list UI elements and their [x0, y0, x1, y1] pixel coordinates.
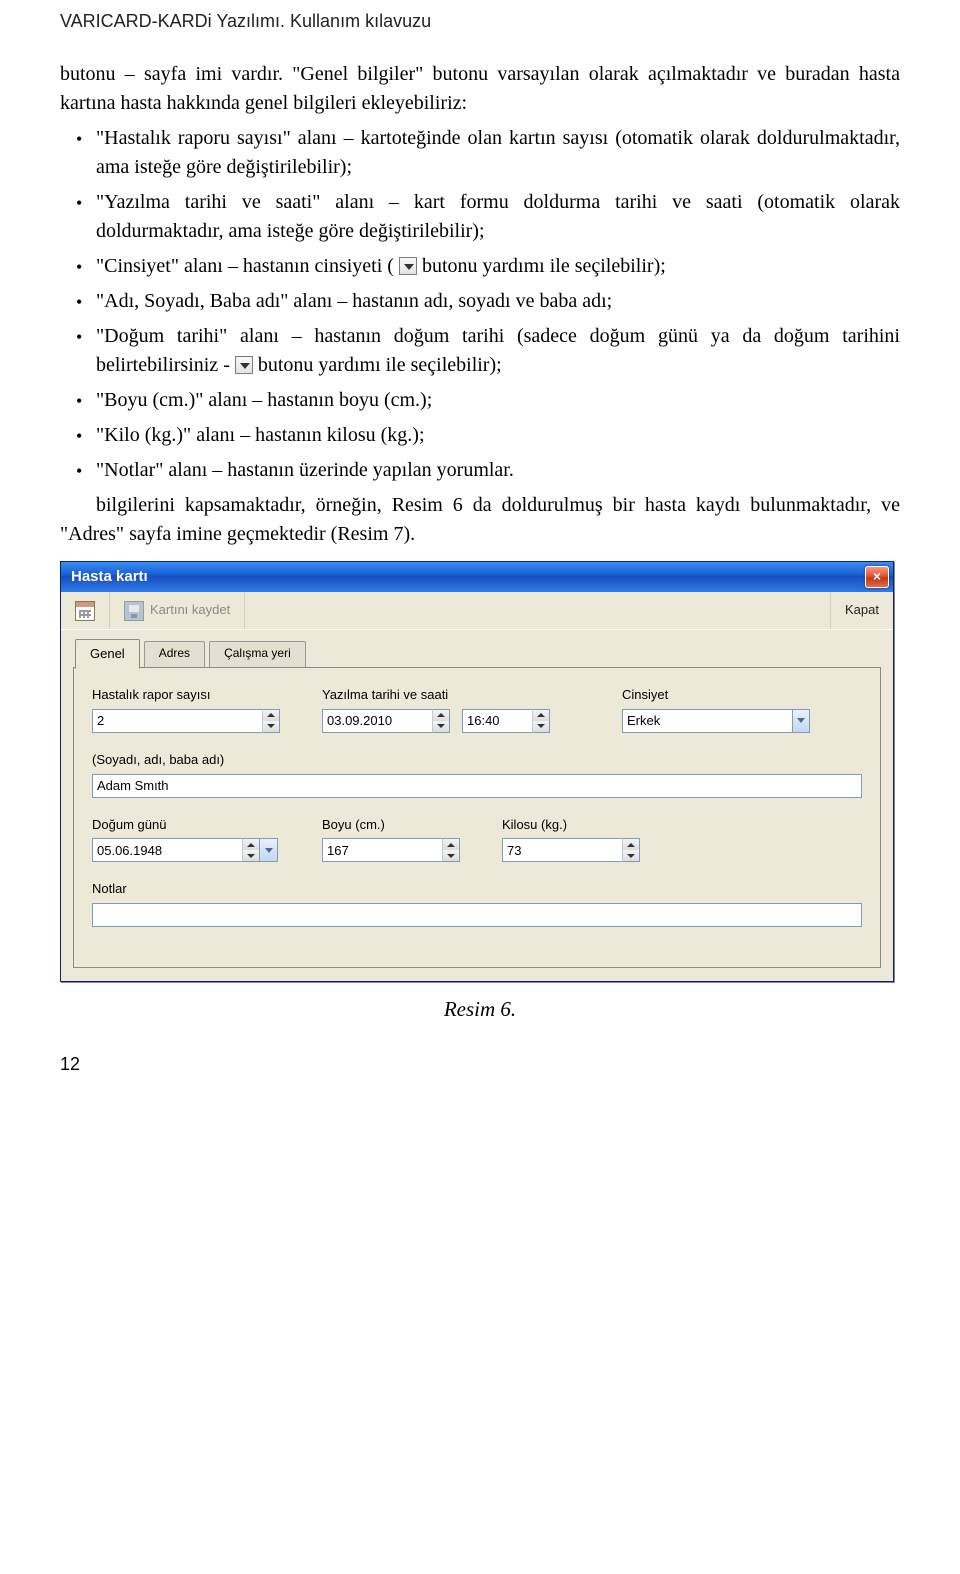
close-label: Kapat [845, 601, 879, 620]
bullet-item-continued: • "Doğum tarihi" alanı – hastanın doğum … [60, 322, 900, 380]
bullet-item: "Adı, Soyadı, Baba adı" alanı – hastanın… [96, 287, 900, 316]
time-input[interactable] [462, 709, 532, 733]
window-title: Hasta kartı [71, 566, 148, 588]
after-paragraph: bilgilerini kapsamaktadır, örneğin, Resi… [60, 491, 900, 549]
date-input[interactable] [322, 709, 432, 733]
form-panel: Hastalık rapor sayısı Yazılma tarihi ve … [73, 667, 881, 968]
chevron-down-icon[interactable] [260, 838, 278, 862]
close-icon[interactable]: × [865, 566, 889, 588]
bullet-item: "Cinsiyet" alanı – hastanın cinsiyeti ( … [96, 252, 900, 281]
bullet-text: "Cinsiyet" alanı – hastanın cinsiyeti ( [96, 255, 394, 277]
field-bullet-list-continued: "Boyu (cm.)" alanı – hastanın boyu (cm.)… [60, 386, 900, 485]
birthday-input[interactable] [92, 838, 242, 862]
height-label: Boyu (cm.) [322, 816, 462, 835]
calendar-icon [75, 601, 95, 621]
notes-label: Notlar [92, 880, 862, 899]
save-label: Kartını kaydet [150, 601, 230, 620]
height-input[interactable] [322, 838, 442, 862]
bullet-item: "Notlar" alanı – hastanın üzerinde yapıl… [96, 456, 900, 485]
report-number-label: Hastalık rapor sayısı [92, 686, 282, 705]
tab-genel[interactable]: Genel [75, 639, 140, 669]
report-spinner[interactable] [262, 709, 280, 733]
dialog-screenshot: Hasta kartı × Kartını kaydet Kapat Genel… [60, 561, 900, 982]
titlebar[interactable]: Hasta kartı × [61, 562, 893, 592]
field-bullet-list: "Hastalık raporu sayısı" alanı – kartote… [60, 124, 900, 316]
notes-input[interactable] [92, 903, 862, 927]
birthday-spinner[interactable] [242, 838, 260, 862]
bullet-item: "Boyu (cm.)" alanı – hastanın boyu (cm.)… [96, 386, 900, 415]
dropdown-icon [399, 257, 417, 275]
page-number: 12 [60, 1051, 900, 1077]
hasta-karti-dialog: Hasta kartı × Kartını kaydet Kapat Genel… [60, 561, 894, 982]
date-spinner[interactable] [432, 709, 450, 733]
figure-caption: Resim 6. [60, 994, 900, 1024]
save-card-button[interactable]: Kartını kaydet [110, 592, 245, 629]
toolbar-spacer [245, 592, 830, 629]
gender-label: Cinsiyet [622, 686, 812, 705]
close-button[interactable]: Kapat [830, 592, 893, 629]
time-spinner[interactable] [532, 709, 550, 733]
bullet-text: butonu yardımı ile seçilebilir); [422, 255, 666, 277]
tab-row: Genel Adres Çalışma yeri [61, 630, 893, 668]
dropdown-icon [235, 356, 253, 374]
bullet-item: "Kilo (kg.)" alanı – hastanın kilosu (kg… [96, 421, 900, 450]
chevron-down-icon[interactable] [792, 709, 810, 733]
weight-spinner[interactable] [622, 838, 640, 862]
bullet-item: "Yazılma tarihi ve saati" alanı – kart f… [96, 188, 900, 246]
page-header: VARICARD-KARDi Yazılımı. Kullanım kılavu… [60, 0, 900, 60]
name-input[interactable] [92, 774, 862, 798]
bullet-item: "Hastalık raporu sayısı" alanı – kartote… [96, 124, 900, 182]
report-number-input[interactable] [92, 709, 262, 733]
birthday-label: Doğum günü [92, 816, 282, 835]
height-spinner[interactable] [442, 838, 460, 862]
name-label: (Soyadı, adı, baba adı) [92, 751, 862, 770]
save-icon [124, 601, 144, 621]
datetime-label: Yazılma tarihi ve saati [322, 686, 582, 705]
bullet-text: butonu yardımı ile seçilebilir); [258, 354, 502, 376]
weight-label: Kilosu (kg.) [502, 816, 642, 835]
calendar-button[interactable] [61, 592, 110, 629]
weight-input[interactable] [502, 838, 622, 862]
gender-combo[interactable] [622, 709, 792, 733]
intro-paragraph: butonu – sayfa imi vardır. "Genel bilgil… [60, 60, 900, 118]
toolbar: Kartını kaydet Kapat [61, 592, 893, 630]
